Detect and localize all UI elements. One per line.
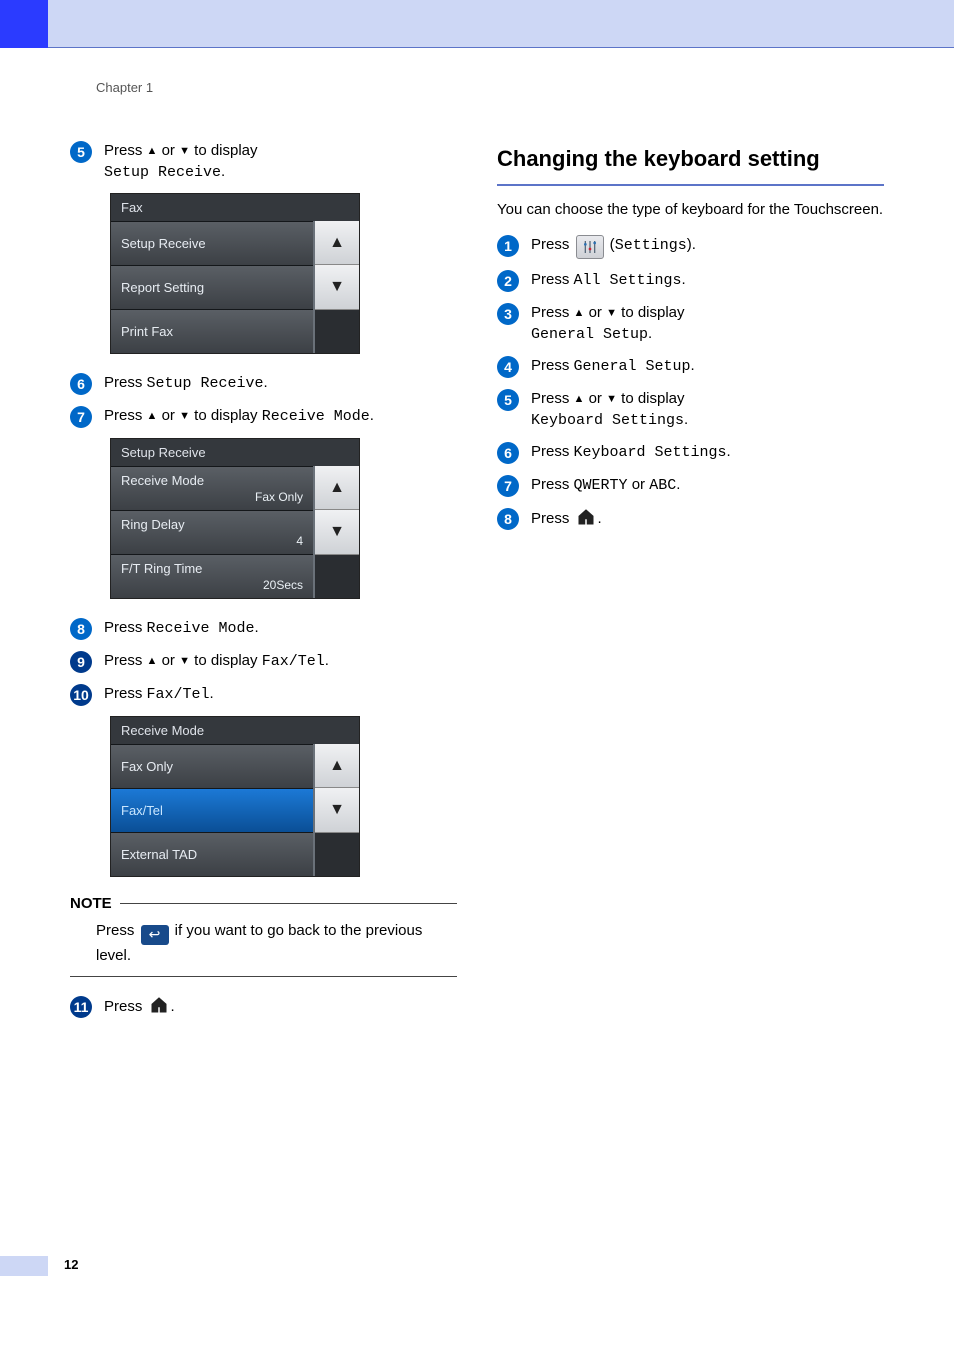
- section-intro: You can choose the type of keyboard for …: [497, 200, 884, 220]
- up-arrow-icon: ▲: [147, 410, 158, 422]
- step-number: 8: [70, 618, 92, 640]
- up-arrow-icon: ▲: [147, 145, 158, 157]
- screen-row-report-setting[interactable]: Report Setting: [111, 265, 313, 309]
- touchscreen-setup-receive: Setup Receive Receive ModeFax Only Ring …: [110, 438, 360, 599]
- section-heading: Changing the keyboard setting: [497, 146, 884, 172]
- scroll-up-button[interactable]: ▲: [315, 221, 359, 265]
- screen-title: Fax: [111, 194, 359, 221]
- down-arrow-icon: ▼: [606, 307, 617, 319]
- down-arrow-icon: ▼: [179, 145, 190, 157]
- down-arrow-icon: ▼: [606, 393, 617, 405]
- top-strip: [48, 0, 954, 48]
- step-r3: 3 Press ▲ or ▼ to display General Setup.: [497, 302, 884, 345]
- step-number: 7: [497, 475, 519, 497]
- section-rule: [497, 184, 884, 186]
- right-column: Changing the keyboard setting You can ch…: [497, 140, 884, 1230]
- step-number: 6: [70, 373, 92, 395]
- step-7: 7 Press ▲ or ▼ to display Receive Mode.: [70, 405, 457, 428]
- step-text: Press ▲ or ▼ to display Setup Receive.: [104, 140, 258, 183]
- up-arrow-icon: ▲: [574, 307, 585, 319]
- note-rule: [120, 903, 457, 904]
- scroll-spacer: [315, 833, 359, 876]
- screen-row-fax-tel[interactable]: Fax/Tel: [111, 788, 313, 832]
- screen-row-receive-mode[interactable]: Receive ModeFax Only: [111, 466, 313, 510]
- scroll-spacer: [315, 310, 359, 353]
- screen-row-ring-delay[interactable]: Ring Delay4: [111, 510, 313, 554]
- scroll-down-button[interactable]: ▼: [315, 265, 359, 309]
- step-number: 10: [70, 684, 92, 706]
- step-number: 11: [70, 996, 92, 1018]
- step-number: 4: [497, 356, 519, 378]
- screen-row-external-tad[interactable]: External TAD: [111, 832, 313, 876]
- step-11: 11 Press .: [70, 995, 457, 1018]
- step-number: 3: [497, 303, 519, 325]
- step-10: 10 Press Fax/Tel.: [70, 683, 457, 706]
- scroll-down-button[interactable]: ▼: [315, 510, 359, 554]
- touchscreen-fax: Fax Setup Receive Report Setting Print F…: [110, 193, 360, 354]
- step-5: 5 Press ▲ or ▼ to display Setup Receive.: [70, 140, 457, 183]
- back-icon: ↩: [141, 925, 169, 945]
- page-accent: [0, 1256, 48, 1276]
- left-column: 5 Press ▲ or ▼ to display Setup Receive.…: [70, 140, 457, 1230]
- note-label: NOTE: [70, 895, 112, 912]
- scroll-spacer: [315, 555, 359, 598]
- step-number: 9: [70, 651, 92, 673]
- scroll-down-button[interactable]: ▼: [315, 788, 359, 832]
- note-rule: [70, 976, 457, 977]
- note-block: NOTE Press ↩ if you want to go back to t…: [70, 895, 457, 977]
- down-arrow-icon: ▼: [179, 655, 190, 667]
- screen-row-setup-receive[interactable]: Setup Receive: [111, 221, 313, 265]
- step-9: 9 Press ▲ or ▼ to display Fax/Tel.: [70, 650, 457, 673]
- chapter-label: Chapter 1: [96, 80, 153, 95]
- screen-title: Receive Mode: [111, 717, 359, 744]
- step-r2: 2 Press All Settings.: [497, 269, 884, 292]
- step-r7: 7 Press QWERTY or ABC.: [497, 474, 884, 497]
- step-6: 6 Press Setup Receive.: [70, 372, 457, 395]
- step-r1: 1 Press (Settings).: [497, 234, 884, 259]
- step-r5: 5 Press ▲ or ▼ to display Keyboard Setti…: [497, 388, 884, 431]
- home-icon: [149, 995, 169, 1015]
- up-arrow-icon: ▲: [574, 393, 585, 405]
- screen-row-print-fax[interactable]: Print Fax: [111, 309, 313, 353]
- up-arrow-icon: ▲: [147, 655, 158, 667]
- home-icon: [576, 507, 596, 527]
- touchscreen-receive-mode: Receive Mode Fax Only Fax/Tel External T…: [110, 716, 360, 877]
- step-number: 8: [497, 508, 519, 530]
- step-number: 2: [497, 270, 519, 292]
- step-8: 8 Press Receive Mode.: [70, 617, 457, 640]
- step-number: 1: [497, 235, 519, 257]
- scroll-up-button[interactable]: ▲: [315, 466, 359, 510]
- scroll-up-button[interactable]: ▲: [315, 744, 359, 788]
- screen-row-ft-ring-time[interactable]: F/T Ring Time20Secs: [111, 554, 313, 598]
- note-body: Press ↩ if you want to go back to the pr…: [70, 920, 457, 966]
- screen-row-fax-only[interactable]: Fax Only: [111, 744, 313, 788]
- step-number: 7: [70, 406, 92, 428]
- step-r8: 8 Press .: [497, 507, 884, 530]
- step-r4: 4 Press General Setup.: [497, 355, 884, 378]
- settings-icon: [576, 235, 604, 259]
- screen-title: Setup Receive: [111, 439, 359, 466]
- step-r6: 6 Press Keyboard Settings.: [497, 441, 884, 464]
- step-number: 5: [497, 389, 519, 411]
- page-number: 12: [64, 1257, 78, 1272]
- step-number: 6: [497, 442, 519, 464]
- corner-accent: [0, 0, 48, 48]
- down-arrow-icon: ▼: [179, 410, 190, 422]
- step-number: 5: [70, 141, 92, 163]
